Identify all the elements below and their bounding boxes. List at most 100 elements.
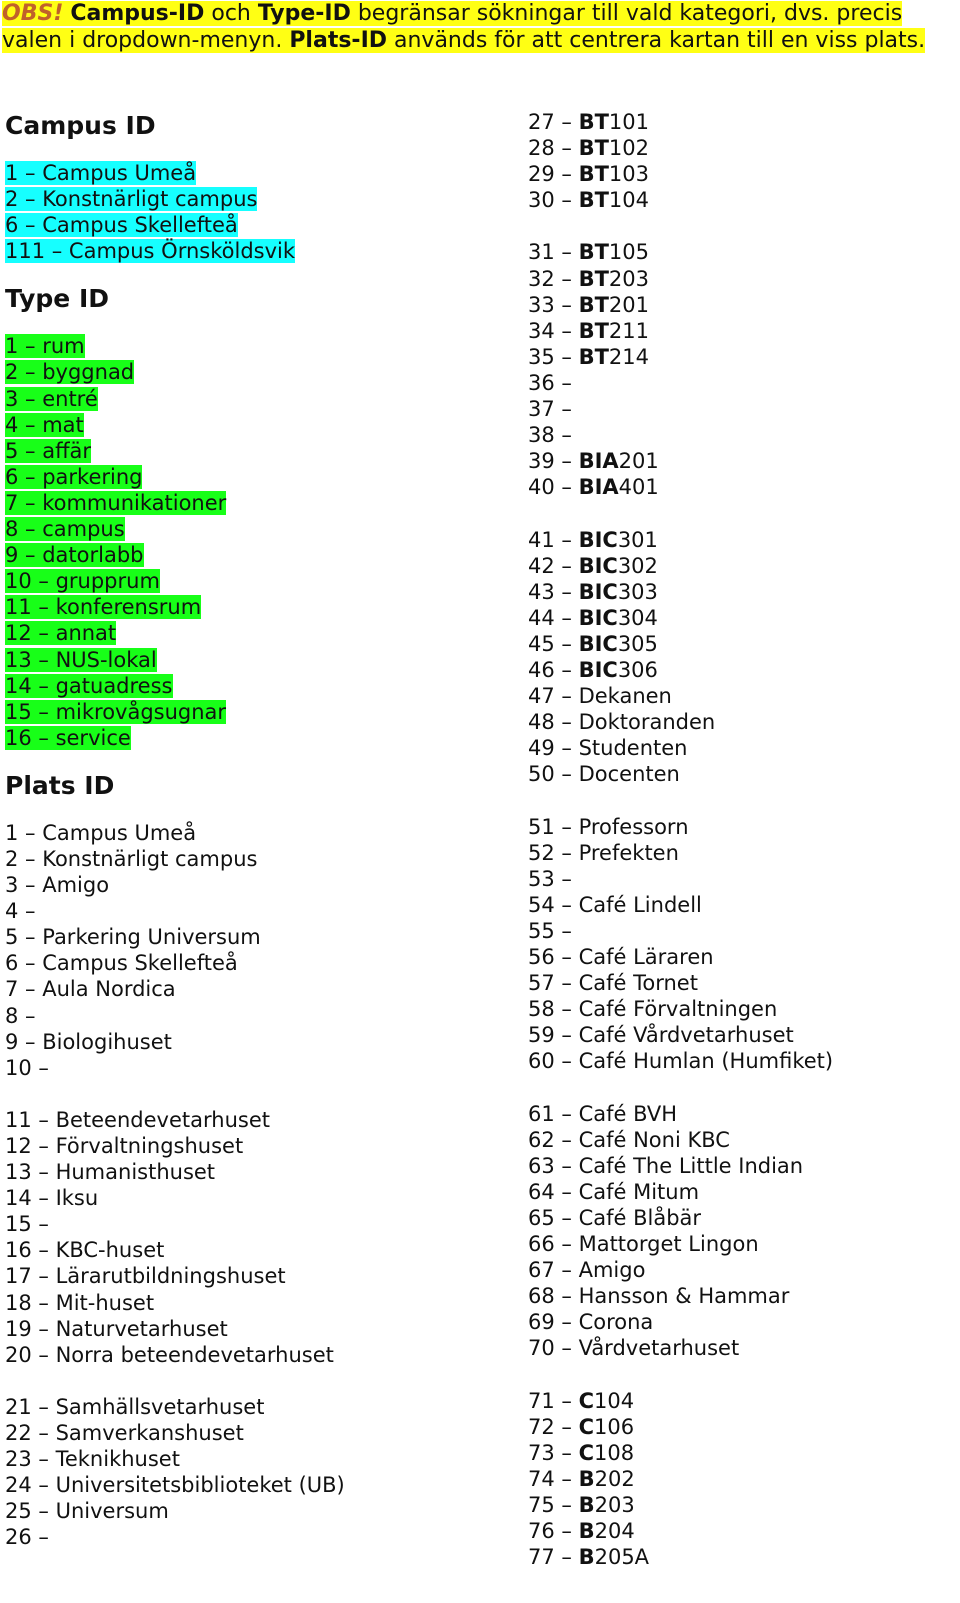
- campus-id-heading: Campus ID: [5, 111, 156, 140]
- plats-item: 66 – Mattorget Lingon: [528, 1231, 948, 1257]
- plats-item-name: 203: [594, 1492, 635, 1517]
- plats-item-name: Doktoranden: [578, 710, 716, 735]
- plats-item-number: 45 –: [528, 631, 579, 656]
- plats-item-code: BT: [578, 318, 609, 343]
- plats-item-code: BIC: [578, 579, 618, 604]
- plats-item: 71 – C104: [528, 1388, 948, 1414]
- type-id-heading: Type ID: [5, 284, 109, 314]
- plats-item-code: BT: [578, 162, 609, 187]
- plats-item-number: 36 –: [528, 370, 579, 395]
- plats-item: 45 – BIC305: [528, 631, 948, 657]
- plats-item-code: BT: [578, 136, 609, 161]
- plats-item-number: 32 –: [528, 266, 579, 291]
- plats-item-number: 58 –: [528, 997, 579, 1022]
- plats-item: 13 – Humanisthuset: [5, 1159, 505, 1185]
- plats-item: 47 – Dekanen: [528, 683, 948, 709]
- plats-item-number: 41 –: [528, 527, 579, 552]
- plats-item-code: B: [578, 1519, 595, 1544]
- plats-item: 29 – BT103: [528, 161, 948, 187]
- plats-item: 63 – Café The Little Indian: [528, 1153, 948, 1179]
- plats-item: 42 – BIC302: [528, 553, 948, 579]
- plats-item-name: 205A: [594, 1545, 650, 1570]
- plats-item-number: 51 –: [528, 814, 579, 839]
- plats-item: 26 –: [5, 1524, 505, 1550]
- campus-item-text: 2 – Konstnärligt campus: [5, 187, 258, 212]
- plats-item-number: 6 –: [5, 951, 43, 976]
- plats-item: 64 – Café Mitum: [528, 1179, 948, 1205]
- type-item: 6 – parkering: [5, 464, 505, 490]
- plats-item: 2 – Konstnärligt campus: [5, 846, 505, 872]
- plats-item-number: 15 –: [5, 1212, 56, 1237]
- plats-item: 25 – Universum: [5, 1498, 505, 1524]
- plats-item-number: 42 –: [528, 553, 579, 578]
- plats-item: 52 – Prefekten: [528, 840, 948, 866]
- plats-item: 46 – BIC306: [528, 657, 948, 683]
- plats-item-name: 201: [608, 292, 650, 317]
- plats-id-heading: Plats ID: [5, 770, 115, 800]
- plats-item-code: B: [578, 1466, 595, 1491]
- plats-item-code: BT: [578, 188, 609, 213]
- plats-item-number: 68 –: [528, 1284, 579, 1309]
- plats-item-number: 75 –: [528, 1492, 579, 1517]
- type-item-text: 16 – service: [5, 725, 131, 750]
- type-item-text: 15 – mikrovågsugnar: [5, 699, 227, 724]
- plats-item-name: Mattorget Lingon: [578, 1232, 759, 1257]
- info-note: OBS! Campus-ID och Type-ID begränsar sök…: [2, 0, 942, 54]
- plats-item-code: BIA: [578, 475, 619, 500]
- campus-item-text: 6 – Campus Skellefteå: [5, 213, 238, 238]
- plats-item: 30 – BT104: [528, 187, 948, 213]
- type-item: 14 – gatuadress: [5, 673, 505, 699]
- plats-item-code: BT: [578, 344, 609, 369]
- plats-item: 40 – BIA401: [528, 474, 948, 500]
- type-item: 11 – konferensrum: [5, 594, 505, 620]
- plats-item-number: 77 –: [528, 1545, 579, 1570]
- plats-item-number: 62 –: [528, 1127, 579, 1152]
- plats-item-name: Café Blåbär: [578, 1205, 702, 1230]
- plats-item: 28 – BT102: [528, 135, 948, 161]
- type-item-text: 8 – campus: [5, 517, 125, 542]
- plats-item-number: 7 –: [5, 977, 43, 1002]
- plats-item: 7 – Aula Nordica: [5, 976, 505, 1002]
- note-highlight: OBS! Campus-ID och Type-ID begränsar sök…: [2, 1, 926, 53]
- plats-item-number: 9 –: [5, 1029, 43, 1054]
- plats-item-number: 8 –: [5, 1003, 43, 1028]
- plats-item-name: Förvaltningshuset: [55, 1134, 244, 1158]
- plats-item-number: 33 –: [528, 292, 579, 317]
- plats-item-name: 102: [608, 136, 650, 161]
- plats-item-name: Aula Nordica: [42, 977, 176, 1002]
- plats-item-name: Hansson & Hammar: [578, 1284, 790, 1309]
- plats-item-code: B: [578, 1545, 595, 1570]
- plats-item-name: 301: [617, 527, 658, 552]
- plats-item-number: 17 –: [5, 1264, 56, 1289]
- plats-item-name: 202: [594, 1466, 635, 1491]
- plats-item-name: 303: [617, 579, 658, 604]
- plats-item: 65 – Café Blåbär: [528, 1205, 948, 1231]
- left-column: Campus ID 1 – Campus Umeå 2 – Konstnärlig…: [5, 108, 505, 1551]
- plats-item-name: Café Förvaltningen: [578, 997, 778, 1022]
- plats-item: 14 – Iksu: [5, 1185, 505, 1211]
- type-item: 5 – affär: [5, 438, 505, 464]
- plats-item-number: 56 –: [528, 945, 579, 969]
- plats-item: 59 – Café Vårdvetarhuset: [528, 1022, 948, 1048]
- plats-item-number: 53 –: [528, 866, 579, 891]
- plats-item: 4 –: [5, 898, 505, 924]
- plats-item-number: 22 –: [5, 1421, 56, 1446]
- plats-item-number: 50 –: [528, 762, 579, 787]
- campus-item: 6 – Campus Skellefteå: [5, 212, 505, 238]
- plats-item: 44 – BIC304: [528, 605, 948, 631]
- plats-item-number: 31 –: [528, 240, 579, 265]
- plats-item-name: Mit-huset: [55, 1290, 155, 1315]
- plats-item-number: 29 –: [528, 162, 579, 187]
- plats-item-code: BT: [578, 240, 609, 265]
- plats-item-code: C: [578, 1414, 594, 1439]
- plats-item-name: Café Lindell: [578, 892, 702, 917]
- type-item: 12 – annat: [5, 620, 505, 646]
- campus-item-text: 1 – Campus Umeå: [5, 161, 197, 185]
- type-item: 16 – service: [5, 725, 505, 751]
- plats-item-name: 304: [617, 605, 658, 630]
- plats-item: 27 – BT101: [528, 109, 948, 135]
- plats-item: 55 –: [528, 918, 948, 944]
